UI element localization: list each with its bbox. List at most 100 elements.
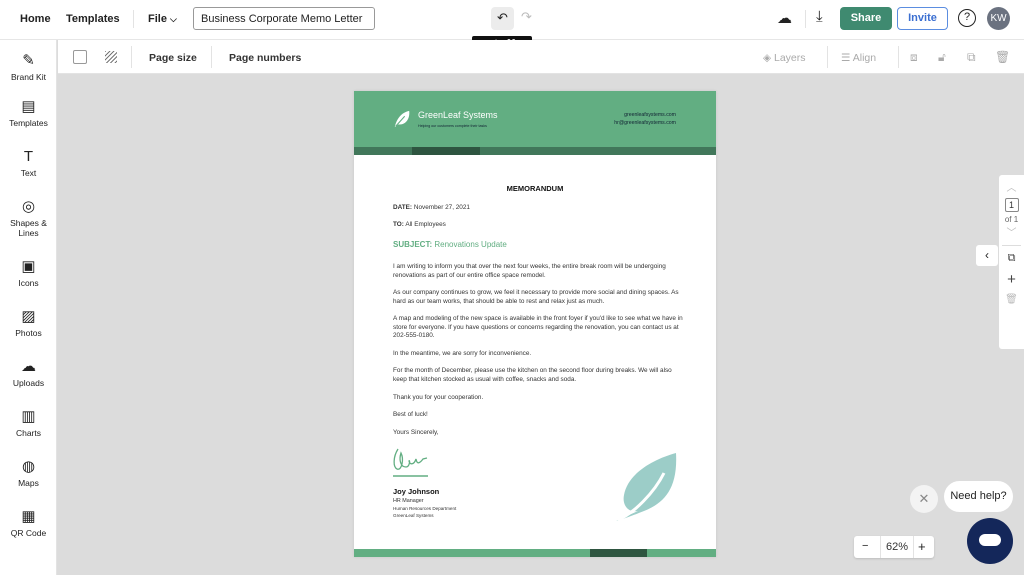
memo-paragraph: Yours Sincerely, xyxy=(393,429,439,436)
memo-paragraph: A map and modeling of the new space is a… xyxy=(393,315,683,340)
sidebar-item-shapes-lines[interactable]: ◎ Shapes & Lines xyxy=(0,198,57,238)
page-down-icon[interactable]: ﹀ xyxy=(999,224,1024,239)
divider xyxy=(827,46,828,68)
memo-paragraph: As our company continues to grow, we fee… xyxy=(393,289,679,305)
zoom-control: − 62% + xyxy=(854,536,934,558)
maps-icon: ◍ xyxy=(21,458,36,475)
sidebar: ✎ Brand Kit ▤ Templates T Text ◎ Shapes & Lines… xyxy=(0,40,57,575)
sidebar-item-text[interactable]: T Text xyxy=(0,148,57,178)
leaf-logo-icon xyxy=(394,110,410,128)
duplicate-icon[interactable]: ⧉ xyxy=(967,50,976,65)
help-icon[interactable]: ? xyxy=(958,9,976,27)
duplicate-page-icon[interactable]: ⧉ xyxy=(999,252,1024,265)
sidebar-item-uploads[interactable]: ☁ Uploads xyxy=(0,358,57,388)
sidebar-item-photos[interactable]: ▨ Photos xyxy=(0,308,57,338)
delete-icon[interactable]: 🗑︎ xyxy=(995,50,1010,64)
zoom-in-button[interactable]: + xyxy=(918,539,926,554)
divider xyxy=(211,46,212,68)
add-page-icon[interactable]: + xyxy=(999,271,1024,288)
layers-label: Layers xyxy=(774,52,806,64)
sidebar-item-label: Icons xyxy=(18,278,39,288)
sidebar-item-label: Photos xyxy=(15,328,42,338)
photos-icon: ▨ xyxy=(21,308,36,325)
zoom-out-button[interactable]: − xyxy=(862,540,868,552)
file-menu[interactable]: File ⌵ xyxy=(148,13,177,25)
chevron-down-icon: ⌵ xyxy=(170,14,177,24)
zoom-level[interactable]: 62% xyxy=(880,536,914,558)
cloud-save-icon[interactable]: ☁ xyxy=(777,9,792,27)
sidebar-item-label: Brand Kit xyxy=(11,72,46,82)
footer-strip xyxy=(354,549,716,557)
background-color-swatch[interactable] xyxy=(73,50,87,64)
align-label: Align xyxy=(852,52,877,64)
sidebar-item-label: Text xyxy=(20,168,37,178)
avatar[interactable]: KW xyxy=(987,7,1010,30)
sidebar-item-label: Uploads xyxy=(12,378,45,388)
signer-company: GreenLeaf Systems xyxy=(393,513,434,518)
brand-kit-icon: ✎ xyxy=(22,52,35,69)
top-bar: Home Templates File ⌵ ↶ ↷ ☁ ⤓ Share Invi… xyxy=(0,0,1024,40)
chevron-left-icon: ‹ xyxy=(985,248,989,262)
undo-icon: ↶ xyxy=(497,10,508,25)
templates-link[interactable]: Templates xyxy=(66,13,120,25)
chat-icon xyxy=(979,534,1001,546)
home-link[interactable]: Home xyxy=(20,13,51,25)
uploads-icon: ☁ xyxy=(21,358,36,375)
memo-paragraph: I am writing to inform you that over the… xyxy=(393,263,666,279)
current-page-input[interactable]: 1 xyxy=(1004,198,1019,212)
company-email: hr@greenleafsystems.com xyxy=(614,120,676,126)
sidebar-item-label: Shapes & Lines xyxy=(10,218,47,238)
memo-paragraph: Best of luck! xyxy=(393,411,428,418)
memo-page[interactable]: GreenLeaf Systems Helping our customers … xyxy=(354,91,716,557)
group-icon[interactable]: ⧈ xyxy=(910,50,918,65)
to-value: All Employees xyxy=(405,221,446,228)
leaf-decoration-icon xyxy=(616,453,677,522)
memo-paragraph: In the meantime, we are sorry for inconv… xyxy=(393,350,532,357)
memo-paragraph: For the month of December, please use th… xyxy=(393,367,672,383)
memo-paragraph: Thank you for your cooperation. xyxy=(393,394,484,401)
invite-button[interactable]: Invite xyxy=(897,7,948,30)
signature xyxy=(393,448,428,477)
sidebar-item-charts[interactable]: ▥ Charts xyxy=(0,408,57,438)
collapse-panel-button[interactable]: ‹ xyxy=(976,245,998,266)
sidebar-item-maps[interactable]: ◍ Maps xyxy=(0,458,57,488)
sidebar-item-brand-kit[interactable]: ✎ Brand Kit xyxy=(0,52,57,82)
download-icon[interactable]: ⤓ xyxy=(816,8,823,25)
icons-icon: ▣ xyxy=(21,258,36,275)
signer-name: Joy Johnson xyxy=(393,487,440,496)
subject-label: SUBJECT: xyxy=(393,240,433,249)
lock-icon[interactable]: 🔓︎ xyxy=(938,50,946,65)
sidebar-item-label: Maps xyxy=(18,478,39,488)
sidebar-item-label: QR Code xyxy=(10,528,47,538)
delete-page-icon[interactable]: 🗑︎ xyxy=(999,294,1024,305)
align-button[interactable]: ☰ Align xyxy=(841,52,876,64)
footer-strip-accent xyxy=(590,549,647,557)
date-label: DATE: xyxy=(393,204,413,211)
chat-button[interactable] xyxy=(967,518,1013,564)
transparency-icon[interactable] xyxy=(105,51,117,63)
sidebar-item-templates[interactable]: ▤ Templates xyxy=(0,98,57,128)
close-help-button[interactable]: ✕ xyxy=(910,485,938,513)
page-size-button[interactable]: Page size xyxy=(149,52,197,64)
sidebar-item-icons[interactable]: ▣ Icons xyxy=(0,258,57,288)
date-value: November 27, 2021 xyxy=(413,204,470,211)
page-numbers-button[interactable]: Page numbers xyxy=(229,52,301,64)
undo-button[interactable]: ↶ xyxy=(491,7,514,30)
page-count: of 1 xyxy=(1004,215,1019,224)
company-name: GreenLeaf Systems xyxy=(418,110,498,120)
document-title-input[interactable] xyxy=(193,7,375,30)
share-button[interactable]: Share xyxy=(840,7,892,30)
text-icon: T xyxy=(23,148,34,165)
company-tagline: Helping our customers complete their tas… xyxy=(418,124,487,128)
divider xyxy=(131,46,132,68)
layers-button[interactable]: ◈ Layers xyxy=(763,52,806,64)
to-label: TO: xyxy=(393,221,404,228)
redo-button[interactable]: ↷ xyxy=(521,9,532,25)
divider xyxy=(805,10,806,28)
toolbar: Page size Page numbers ◈ Layers ☰ Align … xyxy=(58,40,1024,74)
sidebar-item-label: Charts xyxy=(15,428,42,438)
page-navigator: ︿ 1 of 1 ﹀ ⧉ + 🗑︎ xyxy=(999,175,1024,349)
sidebar-item-qr-code[interactable]: ▦ QR Code xyxy=(0,508,57,538)
page-up-icon[interactable]: ︿ xyxy=(999,179,1024,194)
help-bubble[interactable]: Need help? xyxy=(944,481,1013,512)
